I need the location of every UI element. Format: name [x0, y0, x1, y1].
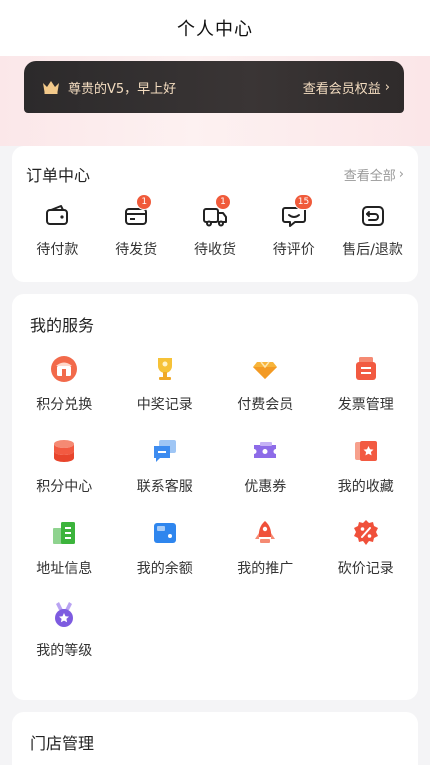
order-count-badge: 15	[293, 194, 314, 210]
service-label: 地址信息	[36, 561, 93, 577]
coins-icon	[54, 440, 75, 462]
order-status-row: 待付款 1 待发货 1 待收货 15 待评价 售后/退款	[12, 194, 418, 259]
order-count-badge: 1	[214, 194, 231, 210]
crown-icon	[43, 81, 59, 94]
building-icon	[53, 522, 76, 544]
order-pending-payment[interactable]: 待付款	[19, 202, 95, 259]
service-address-info[interactable]: 地址信息	[14, 518, 115, 578]
order-label: 待发货	[115, 242, 158, 258]
store-management-header: 门店管理	[12, 712, 418, 765]
service-label: 优惠券	[244, 479, 287, 495]
ticket-icon	[254, 442, 277, 458]
service-prize-records[interactable]: 中奖记录	[115, 354, 216, 414]
trophy-icon	[157, 358, 172, 380]
vip-benefits-link[interactable]: 查看会员权益 ›	[303, 78, 390, 97]
medal-icon	[55, 602, 74, 627]
service-label: 发票管理	[337, 397, 394, 413]
store-management-title: 门店管理	[30, 734, 95, 753]
store-management-card[interactable]: 门店管理	[12, 712, 418, 765]
view-all-label: 查看全部	[343, 168, 396, 184]
diamond-icon	[253, 361, 278, 379]
order-after-sales[interactable]: 售后/退款	[335, 202, 411, 259]
service-invoice-management[interactable]: 发票管理	[316, 354, 417, 414]
order-label: 待收货	[193, 242, 236, 258]
service-coupons[interactable]: 优惠券	[215, 436, 316, 496]
order-label: 售后/退款	[342, 242, 403, 258]
order-pending-shipment[interactable]: 1 待发货	[98, 194, 174, 259]
service-points-exchange[interactable]: 积分兑换	[14, 354, 115, 414]
service-my-promotion[interactable]: 我的推广	[215, 518, 316, 578]
service-paid-membership[interactable]: 付费会员	[215, 354, 316, 414]
star-card-icon	[354, 441, 377, 461]
order-center-title: 订单中心	[26, 166, 91, 185]
my-services-header: 我的服务	[12, 294, 418, 354]
service-customer-support[interactable]: 联系客服	[115, 436, 216, 496]
service-label: 我的收藏	[337, 479, 394, 495]
service-my-balance[interactable]: 我的余额	[115, 518, 216, 578]
invoice-icon	[355, 357, 376, 380]
view-all-orders-link[interactable]: 查看全部 ›	[344, 165, 404, 184]
order-pending-receipt[interactable]: 1 待收货	[177, 194, 253, 259]
service-label: 我的推广	[237, 561, 294, 577]
chat-icon	[153, 440, 176, 462]
service-bargain-records[interactable]: 砍价记录	[316, 518, 417, 578]
discount-icon	[353, 520, 378, 545]
order-center-card: 订单中心 查看全部 › 待付款 1 待发货 1 待收货 15 待评价 售后/退款	[12, 146, 418, 282]
order-center-header: 订单中心 查看全部 ›	[12, 146, 418, 202]
vip-greeting: 尊贵的V5，早上好	[68, 81, 177, 97]
service-my-favorites[interactable]: 我的收藏	[316, 436, 417, 496]
order-label: 待评价	[272, 242, 315, 258]
page-title: 个人中心	[177, 19, 253, 40]
rocket-icon	[255, 521, 276, 543]
service-my-level[interactable]: 我的等级	[14, 600, 115, 660]
store-icon	[51, 356, 78, 382]
service-label: 中奖记录	[136, 397, 193, 413]
my-services-title: 我的服务	[30, 316, 95, 335]
service-label: 砍价记录	[337, 561, 394, 577]
vip-benefits-label: 查看会员权益	[302, 81, 381, 97]
service-points-center[interactable]: 积分中心	[14, 436, 115, 496]
vip-banner[interactable]: 尊贵的V5，早上好 查看会员权益 ›	[24, 61, 404, 113]
chevron-right-icon: ›	[398, 166, 404, 182]
order-label: 待付款	[36, 242, 79, 258]
return-icon	[361, 206, 384, 226]
wallet-card-icon	[153, 523, 176, 543]
my-services-card: 我的服务 积分兑换 中奖记录 付费会员 发票管理 积分中心 联系客服 优惠券 我…	[12, 294, 418, 700]
chevron-right-icon: ›	[384, 79, 390, 95]
service-label: 积分兑换	[36, 397, 93, 413]
service-label: 积分中心	[36, 479, 93, 495]
service-label: 我的等级	[36, 643, 93, 659]
nav-bar: 个人中心	[0, 0, 430, 56]
order-pending-review[interactable]: 15 待评价	[256, 194, 332, 259]
service-label: 付费会员	[237, 397, 294, 413]
services-grid: 积分兑换 中奖记录 付费会员 发票管理 积分中心 联系客服 优惠券 我的收藏 地…	[12, 354, 418, 660]
service-label: 我的余额	[136, 561, 193, 577]
wallet-icon	[46, 205, 69, 225]
service-label: 联系客服	[136, 479, 193, 495]
